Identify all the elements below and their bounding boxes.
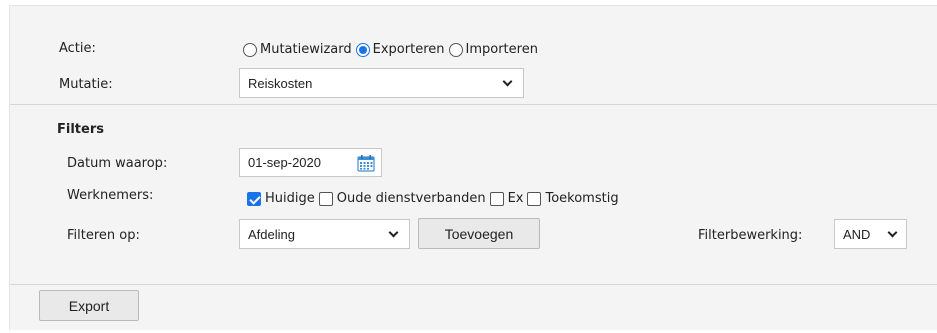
- filterbewerking-label: Filterbewerking:: [698, 228, 803, 243]
- chevron-down-icon: [388, 227, 399, 238]
- checkbox-ex-label: Ex: [507, 191, 524, 206]
- mutatie-label: Mutatie:: [59, 77, 113, 92]
- checkbox-huidige-label: Huidige: [265, 191, 315, 206]
- actie-label: Actie:: [59, 41, 96, 56]
- werknemers-label: Werknemers:: [67, 188, 154, 203]
- filterbewerking-select[interactable]: AND: [834, 219, 907, 249]
- divider: [10, 104, 937, 105]
- checkbox-oude-dienstverbanden-label: Oude dienstverbanden: [336, 191, 486, 206]
- form-panel: Actie: Mutatiewizard Exporteren Importer…: [9, 5, 937, 330]
- radio-importeren[interactable]: [448, 42, 463, 57]
- toevoegen-button[interactable]: Toevoegen: [418, 218, 540, 249]
- filteren-label: Filteren op:: [67, 228, 140, 243]
- radio-exporteren-label: Exporteren: [372, 42, 445, 57]
- datum-label: Datum waarop:: [67, 156, 168, 171]
- filters-heading: Filters: [57, 122, 104, 137]
- chevron-down-icon: [887, 227, 898, 238]
- checkbox-ex[interactable]: [489, 191, 504, 206]
- mutatie-select[interactable]: Reiskosten: [239, 68, 524, 98]
- werknemers-checkbox-group: Huidige Oude dienstverbanden Ex Toekomst…: [247, 191, 623, 206]
- checkbox-toekomstig[interactable]: [527, 191, 542, 206]
- export-button[interactable]: Export: [39, 290, 139, 321]
- datum-value: 01-sep-2020: [248, 155, 321, 170]
- filteren-select-value: Afdeling: [248, 226, 295, 242]
- chevron-down-icon: [502, 76, 513, 87]
- checkbox-oude-dienstverbanden[interactable]: [318, 191, 333, 206]
- mutatie-select-value: Reiskosten: [248, 75, 313, 91]
- actie-radio-group: Mutatiewizard Exporteren Importeren: [243, 42, 542, 57]
- filteren-select[interactable]: Afdeling: [239, 219, 410, 249]
- datum-input[interactable]: 01-sep-2020: [239, 148, 382, 177]
- radio-importeren-label: Importeren: [465, 42, 538, 57]
- radio-exporteren[interactable]: [355, 42, 370, 57]
- calendar-icon[interactable]: [357, 154, 375, 172]
- divider: [10, 284, 937, 285]
- filterbewerking-select-value: AND: [843, 226, 871, 242]
- checkbox-huidige[interactable]: [247, 191, 261, 206]
- radio-mutatiewizard[interactable]: [243, 42, 257, 57]
- radio-mutatiewizard-label: Mutatiewizard: [260, 42, 352, 57]
- checkbox-toekomstig-label: Toekomstig: [545, 191, 619, 206]
